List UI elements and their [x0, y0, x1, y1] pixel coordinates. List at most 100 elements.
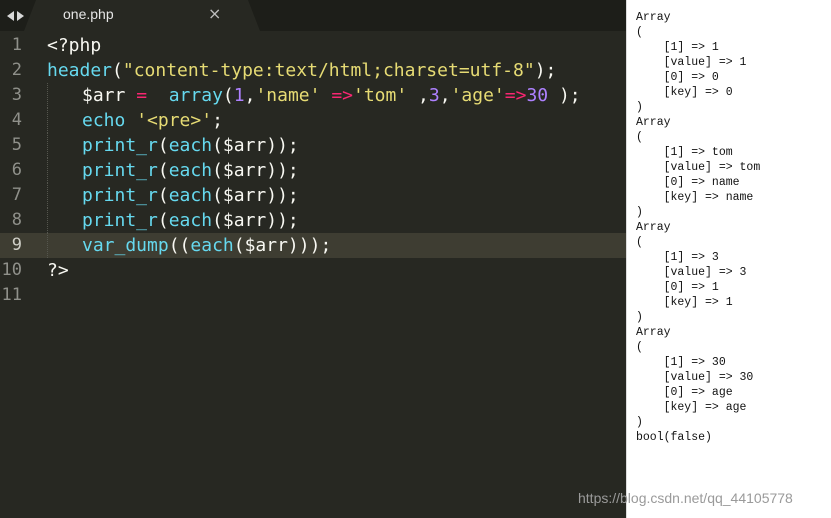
code-token: <?php [47, 35, 102, 56]
code-token: echo [82, 110, 126, 131]
code-token: => [504, 85, 527, 106]
browser-output-panel: Array ( [1] => 1 [value] => 1 [0] => 0 [… [626, 0, 831, 518]
tab-one-php[interactable]: one.php × [24, 0, 260, 31]
code-area[interactable]: 1 <?php 2 header("content-type:text/html;ch… [0, 33, 626, 308]
code-token: 1 [233, 85, 245, 106]
code-token: each [190, 235, 234, 256]
code-line-content: echo '<pre>'; [82, 108, 223, 133]
code-token: (( [168, 235, 191, 256]
indent-guide [47, 158, 49, 183]
code-token: , [439, 85, 451, 106]
code-line-content: print_r(each($arr)); [82, 183, 299, 208]
code-line[interactable]: 11 [0, 283, 626, 308]
indent-guide [47, 83, 49, 108]
code-token: 'name' [255, 85, 321, 106]
indent-guide [47, 233, 49, 258]
code-token: 'age' [450, 85, 505, 106]
code-token: ( [157, 210, 169, 231]
code-line-content: print_r(each($arr)); [82, 208, 299, 233]
code-token: ($arr)); [212, 185, 299, 206]
code-token: print_r [82, 210, 158, 231]
code-line[interactable]: 1 <?php [0, 33, 626, 58]
code-line[interactable]: 4 echo '<pre>'; [0, 108, 626, 133]
code-line[interactable]: 8 print_r(each($arr)); [0, 208, 626, 233]
line-number: 9 [0, 233, 22, 258]
code-token: , [244, 85, 256, 106]
code-line-content: header("content-type:text/html;charset=u… [47, 58, 556, 83]
indent-guide [47, 183, 49, 208]
code-line-content: print_r(each($arr)); [82, 133, 299, 158]
code-line[interactable]: 9 var_dump((each($arr))); [0, 233, 626, 258]
line-number: 5 [11, 135, 22, 155]
code-line[interactable]: 2 header("content-type:text/html;charset=… [0, 58, 626, 83]
code-line[interactable]: 7 print_r(each($arr)); [0, 183, 626, 208]
code-token: ( [157, 185, 169, 206]
indent-guide [47, 108, 49, 133]
code-token: each [168, 210, 213, 231]
code-token: var_dump [82, 235, 169, 256]
tab-edge-left [24, 0, 36, 31]
code-line[interactable]: 5 print_r(each($arr)); [0, 133, 626, 158]
line-number: 1 [11, 35, 22, 55]
close-icon[interactable]: × [208, 4, 221, 23]
line-number: 6 [11, 160, 22, 180]
line-number: 4 [11, 110, 22, 130]
line-number: 3 [11, 85, 22, 105]
code-token: $arr [82, 85, 137, 106]
code-line-content: print_r(each($arr)); [82, 158, 299, 183]
code-token: ( [157, 135, 169, 156]
tab-title: one.php [63, 6, 114, 22]
code-line-content: ?> [47, 258, 69, 283]
tab-edge-right [248, 0, 260, 31]
code-line[interactable]: 6 print_r(each($arr)); [0, 158, 626, 183]
code-token: ($arr)); [212, 160, 299, 181]
code-token: ($arr)); [212, 210, 299, 231]
code-token: ?> [47, 260, 69, 281]
nav-back-icon[interactable] [6, 10, 14, 21]
code-token: each [168, 135, 213, 156]
code-editor[interactable]: one.php × 1 <?php 2 header("content-type:te… [0, 0, 626, 518]
code-token: 'tom' [353, 85, 408, 106]
code-token: each [168, 185, 213, 206]
code-token: ; [212, 110, 223, 131]
code-token: print_r [82, 185, 158, 206]
code-line[interactable]: 10 ?> [0, 258, 626, 283]
code-token: 30 [526, 85, 549, 106]
code-line[interactable]: 3 $arr = array(1,'name' =>'tom' ,3,'age'=… [0, 83, 626, 108]
code-token: array [168, 85, 223, 106]
line-number: 7 [11, 185, 22, 205]
code-token: print_r [82, 160, 158, 181]
indent-guide [47, 133, 49, 158]
code-token: ( [222, 85, 234, 106]
indent-guide [47, 208, 49, 233]
line-number: 8 [11, 210, 22, 230]
line-number: 2 [11, 60, 22, 80]
code-token: ); [534, 60, 557, 81]
watermark-url: https://blog.csdn.net/qq_44105778 [578, 490, 793, 506]
code-token: ($arr)); [212, 135, 299, 156]
code-line-content: $arr = array(1,'name' =>'tom' ,3,'age'=>… [82, 83, 581, 108]
code-token: print_r [82, 135, 158, 156]
code-token: 3 [428, 85, 440, 106]
code-token: header [47, 60, 113, 81]
nav-forward-icon[interactable] [16, 10, 24, 21]
php-output-text: Array ( [1] => 1 [value] => 1 [0] => 0 [… [636, 11, 761, 444]
line-number: 10 [1, 260, 22, 280]
code-token: ( [157, 160, 169, 181]
code-token: ); [548, 85, 581, 106]
code-token: ($arr))); [233, 235, 332, 256]
code-token: = [136, 85, 148, 106]
line-number: 11 [1, 285, 22, 305]
code-token: "content-type:text/html;charset=utf-8" [122, 60, 535, 81]
code-token: each [168, 160, 213, 181]
code-token: ( [112, 60, 123, 81]
code-line-content: <?php [47, 33, 101, 58]
code-token: '<pre>' [136, 110, 213, 131]
tab-bar: one.php × [0, 0, 626, 31]
code-token: , [407, 85, 429, 106]
code-token: => [331, 85, 353, 106]
code-line-content: var_dump((each($arr))); [82, 233, 331, 258]
